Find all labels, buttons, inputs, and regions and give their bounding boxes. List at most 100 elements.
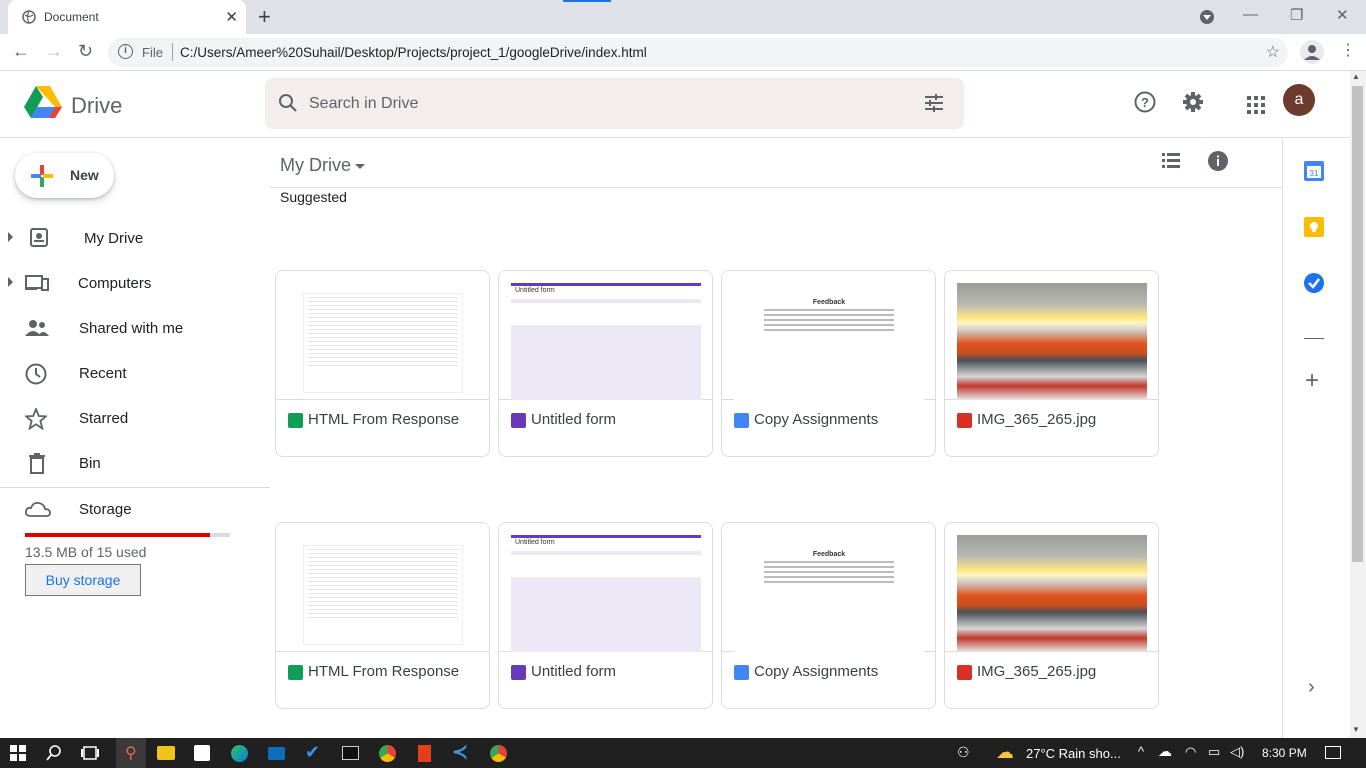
sidebar-item-bin[interactable]: Bin bbox=[0, 444, 270, 484]
keep-icon[interactable] bbox=[1304, 217, 1324, 237]
add-addon-icon[interactable]: + bbox=[1305, 367, 1319, 395]
close-window-icon[interactable]: ✕ bbox=[1336, 6, 1349, 24]
task-view-icon[interactable] bbox=[81, 745, 99, 761]
file-card[interactable]: HTML From Response bbox=[275, 522, 490, 709]
wifi-icon[interactable]: ◠ bbox=[1185, 744, 1196, 760]
file-thumbnail[interactable]: Untitled form bbox=[499, 523, 712, 652]
svg-text:31: 31 bbox=[1310, 169, 1319, 178]
account-avatar[interactable]: a bbox=[1283, 84, 1315, 116]
sidebar-item-storage[interactable]: Storage bbox=[0, 490, 270, 530]
expand-caret-icon[interactable] bbox=[8, 232, 13, 242]
tasks-icon[interactable] bbox=[1304, 273, 1324, 293]
help-icon[interactable]: ? bbox=[1134, 91, 1156, 113]
drive-brand[interactable]: Drive bbox=[71, 93, 122, 119]
back-icon[interactable]: ← bbox=[12, 41, 30, 62]
taskbar-active-app[interactable]: ⚲ bbox=[116, 738, 146, 768]
search-input[interactable]: Search in Drive bbox=[309, 95, 418, 113]
file-thumbnail[interactable]: Feedback bbox=[722, 523, 935, 652]
onedrive-icon[interactable]: ☁ bbox=[1158, 743, 1172, 760]
people-tray-icon[interactable]: ⚇ bbox=[957, 744, 970, 761]
file-card[interactable]: HTML From Response bbox=[275, 270, 490, 457]
profile-menu-icon[interactable] bbox=[1199, 9, 1215, 25]
mail-icon[interactable] bbox=[268, 747, 285, 760]
file-thumbnail[interactable] bbox=[945, 271, 1158, 400]
doc-thumb-title: Feedback bbox=[812, 299, 846, 306]
expand-caret-icon[interactable] bbox=[8, 277, 13, 287]
file-name: IMG_365_265.jpg bbox=[977, 663, 1097, 680]
file-thumbnail[interactable] bbox=[276, 271, 489, 400]
file-card[interactable]: Untitled form Untitled form bbox=[498, 270, 713, 457]
browser-profile-avatar[interactable] bbox=[1300, 40, 1324, 64]
reload-icon[interactable]: ↻ bbox=[78, 41, 93, 62]
app-icon: ⚲ bbox=[125, 745, 137, 762]
chrome-icon[interactable] bbox=[379, 745, 396, 762]
breadcrumb[interactable]: My Drive bbox=[280, 155, 351, 176]
bookmark-star-icon[interactable]: ☆ bbox=[1266, 42, 1280, 62]
edge-icon[interactable] bbox=[231, 745, 248, 762]
windows-start-icon[interactable] bbox=[10, 745, 26, 761]
sidebar-item-computers[interactable]: Computers bbox=[0, 264, 270, 304]
file-card[interactable]: Feedback Copy Assignments bbox=[721, 270, 936, 457]
file-card[interactable]: IMG_365_265.jpg bbox=[944, 270, 1159, 457]
calendar-icon[interactable]: 31 bbox=[1304, 161, 1324, 181]
form-thumb-title: Untitled form bbox=[511, 535, 701, 551]
info-icon[interactable]: i bbox=[118, 44, 133, 59]
browser-menu-icon[interactable]: ⋮ bbox=[1340, 40, 1356, 60]
office-icon[interactable] bbox=[418, 745, 431, 762]
search-icon[interactable] bbox=[277, 92, 299, 114]
close-tab-icon[interactable]: ✕ bbox=[225, 8, 238, 26]
browser-tab[interactable]: Document ✕ bbox=[8, 0, 246, 34]
image-preview bbox=[957, 283, 1147, 400]
file-thumbnail[interactable] bbox=[276, 523, 489, 652]
file-thumbnail[interactable]: Untitled form bbox=[499, 271, 712, 400]
volume-icon[interactable]: ◁) bbox=[1230, 744, 1244, 760]
terminal-icon[interactable] bbox=[342, 746, 359, 760]
info-icon[interactable] bbox=[1208, 151, 1228, 171]
search-bar[interactable]: Search in Drive bbox=[265, 78, 964, 129]
address-bar[interactable]: i File C:/Users/Ameer%20Suhail/Desktop/P… bbox=[108, 38, 1288, 67]
sidebar-item-label: Recent bbox=[79, 365, 127, 382]
todo-icon[interactable]: ✔ bbox=[305, 742, 320, 763]
scroll-down-icon[interactable]: ▼ bbox=[1352, 725, 1360, 734]
weather-text[interactable]: 27°C Rain sho... bbox=[1026, 746, 1121, 761]
file-card[interactable]: Untitled form Untitled form bbox=[498, 522, 713, 709]
scroll-up-icon[interactable]: ▲ bbox=[1352, 72, 1360, 81]
taskbar-search-icon[interactable] bbox=[46, 745, 62, 761]
sheet-file-icon bbox=[288, 413, 303, 428]
list-view-icon[interactable] bbox=[1162, 153, 1180, 169]
drive-logo-icon[interactable] bbox=[24, 85, 62, 119]
url-text[interactable]: C:/Users/Ameer%20Suhail/Desktop/Projects… bbox=[180, 45, 647, 60]
battery-icon[interactable]: ▭ bbox=[1208, 744, 1220, 760]
file-card[interactable]: IMG_365_265.jpg bbox=[944, 522, 1159, 709]
sidebar-item-shared[interactable]: Shared with me bbox=[0, 309, 270, 349]
scrollbar-thumb[interactable] bbox=[1352, 86, 1363, 562]
forward-icon[interactable]: → bbox=[45, 41, 63, 62]
doc-line bbox=[764, 566, 894, 568]
chrome-icon-2[interactable] bbox=[490, 745, 507, 762]
sidebar-item-my-drive[interactable]: My Drive bbox=[0, 219, 270, 259]
file-thumbnail[interactable] bbox=[945, 523, 1158, 652]
file-explorer-icon[interactable] bbox=[157, 746, 175, 760]
store-icon[interactable] bbox=[194, 745, 210, 761]
vscode-icon[interactable]: ≺ bbox=[452, 741, 468, 764]
sidebar-item-recent[interactable]: Recent bbox=[0, 354, 270, 394]
new-button[interactable]: New bbox=[15, 153, 114, 198]
sidebar-item-starred[interactable]: Starred bbox=[0, 399, 270, 439]
chevron-down-icon[interactable] bbox=[355, 164, 365, 169]
weather-icon[interactable]: ☁ bbox=[996, 742, 1014, 763]
taskbar-clock[interactable]: 8:30 PM bbox=[1262, 746, 1307, 760]
new-tab-icon[interactable]: + bbox=[258, 4, 271, 30]
file-thumbnail[interactable]: Feedback bbox=[722, 271, 935, 400]
buy-storage-button[interactable]: Buy storage bbox=[25, 564, 141, 596]
notifications-icon[interactable] bbox=[1325, 746, 1341, 759]
file-card[interactable]: Feedback Copy Assignments bbox=[721, 522, 936, 709]
restore-icon[interactable]: ❐ bbox=[1290, 6, 1303, 24]
minimize-icon[interactable]: — bbox=[1243, 6, 1258, 23]
chevron-up-icon[interactable]: ^ bbox=[1138, 744, 1144, 759]
chevron-right-icon[interactable]: › bbox=[1308, 676, 1315, 699]
settings-gear-icon[interactable] bbox=[1182, 91, 1204, 113]
doc-line bbox=[764, 329, 894, 331]
svg-text:?: ? bbox=[1141, 95, 1149, 110]
search-options-icon[interactable] bbox=[924, 94, 944, 112]
apps-grid-icon[interactable] bbox=[1247, 96, 1265, 114]
